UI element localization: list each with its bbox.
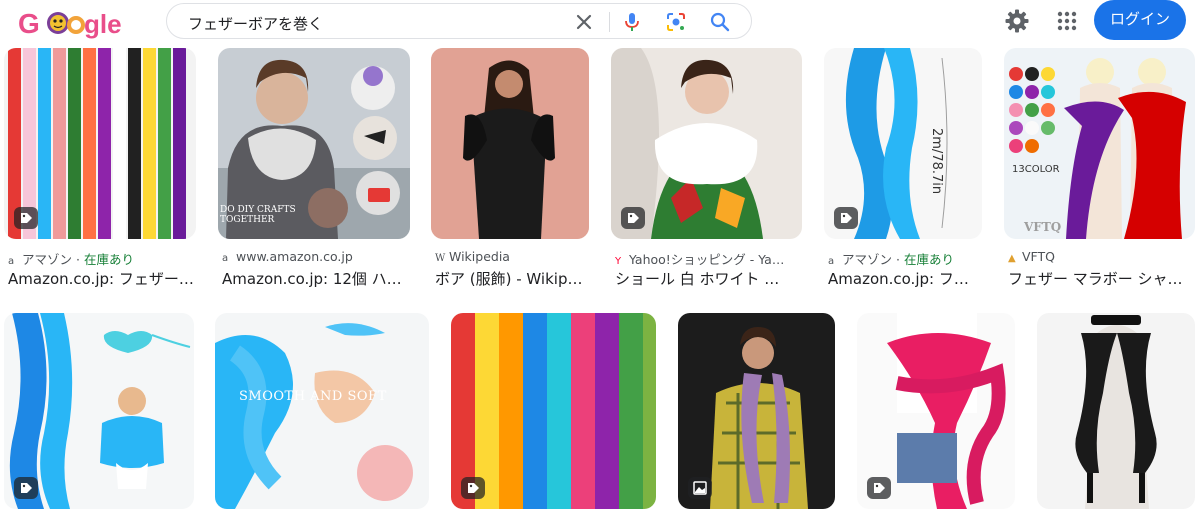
amazon-favicon-icon: a [222,253,229,264]
image-overlay-text: DO DIY CRAFTS TOGETHER [220,205,296,225]
amazon-favicon-icon: a [828,256,835,267]
login-button[interactable]: ログイン [1094,0,1186,40]
black-boa-image [1037,313,1195,509]
result-image-6[interactable]: 13COLOR VFTQ [1004,48,1195,239]
result-image-8[interactable]: SMOOTH AND SOFT [215,313,429,509]
tag-icon [461,477,485,499]
result-image-1[interactable] [4,48,196,239]
result-source-1[interactable]: a アマゾン · 在庫あり [8,249,198,268]
tag-icon [621,207,645,229]
google-logo[interactable]: G gle [18,6,122,40]
search-box[interactable]: フェザーボアを巻く [166,3,752,39]
svg-text:gle: gle [84,9,122,39]
smooth-soft-boa-image [215,313,429,509]
mannequin-boa-image [1004,48,1195,239]
vftq-favicon-icon: ▲ [1008,253,1016,264]
result-source-3[interactable]: W Wikipedia [435,249,595,264]
search-icon[interactable] [709,11,731,33]
result-image-12[interactable] [1037,313,1195,509]
microphone-icon[interactable] [621,11,643,33]
apps-grid-icon[interactable] [1055,9,1079,33]
result-image-10[interactable] [678,313,835,509]
result-image-7[interactable] [4,313,194,509]
header: G gle フェザーボアを巻く ログイン [0,0,1200,44]
result-source-4[interactable]: Y Yahoo!ショッピング - Ya… [615,249,805,268]
wikipedia-favicon-icon: W [435,253,446,264]
watermark-text: VFTQ [1024,220,1062,234]
color-count-label: 13COLOR [1012,164,1060,175]
image-icon [688,477,712,499]
search-input[interactable]: フェザーボアを巻く [188,13,323,34]
image-overlay-text: SMOOTH AND SOFT [239,389,387,404]
amazon-favicon-icon: a [8,256,15,267]
tag-icon [867,477,891,499]
yahoo-favicon-icon: Y [615,256,622,267]
lens-icon[interactable] [665,11,687,33]
result-title-2[interactable]: Amazon.co.jp: 12個 ハ… [222,268,412,289]
close-icon[interactable] [573,11,595,33]
result-image-11[interactable] [857,313,1015,509]
wikipedia-boa-image [431,48,589,239]
result-title-5[interactable]: Amazon.co.jp: フ… [828,268,988,289]
result-image-5[interactable]: 2m/78.7in [824,48,982,239]
gear-icon[interactable] [1004,8,1030,34]
result-source-6[interactable]: ▲ VFTQ [1008,249,1198,264]
result-title-1[interactable]: Amazon.co.jp: フェザー… [8,268,198,289]
result-title-3[interactable]: ボア (服飾) - Wikip… [435,268,595,289]
svg-text:G: G [18,8,40,39]
result-source-5[interactable]: a アマゾン · 在庫あり [828,249,988,268]
result-image-2[interactable]: DO DIY CRAFTS TOGETHER [218,48,410,239]
result-title-4[interactable]: ショール 白 ホワイト … [615,268,805,289]
result-title-6[interactable]: フェザー マラボー シャ… [1008,268,1198,289]
length-label: 2m/78.7in [929,128,944,195]
result-source-2[interactable]: a www.amazon.co.jp [222,249,412,264]
tag-icon [14,207,38,229]
result-image-3[interactable] [431,48,589,239]
tag-icon [14,477,38,499]
result-image-4[interactable] [611,48,802,239]
search-divider [609,12,610,32]
result-image-9[interactable] [451,313,656,509]
tag-icon [834,207,858,229]
